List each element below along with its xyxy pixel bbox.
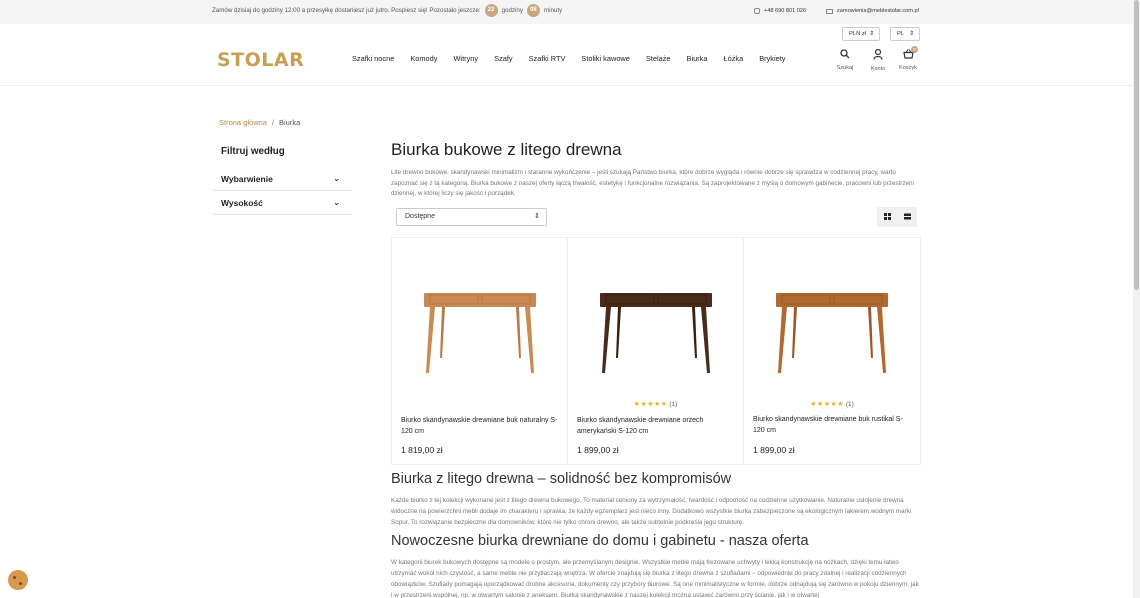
nav-item-szafy[interactable]: Szafy [494,54,512,63]
filter-label: Wysokość [221,198,263,208]
product-card[interactable]: Biurko skandynawskie drewniane buk natur… [392,238,568,464]
cart-label: Koszyk [899,65,917,71]
minutes-badge: 08 [526,4,540,17]
breadcrumb-separator: / [271,118,275,127]
logo[interactable]: STOLAR [217,49,304,71]
list-toolbar: Dostępne [391,206,921,230]
chevron-down-icon: ⌄ [333,198,340,207]
list-view-button[interactable] [897,206,917,227]
main-content: Biurka bukowe z litego drewna Lite drewn… [391,140,921,230]
top-bar: Zamów dzisiaj do godziny 12:00 a przesył… [0,0,1133,24]
grid-view-button[interactable] [877,206,897,227]
product-grid: Biurko skandynawskie drewniane buk natur… [391,237,921,465]
email-link[interactable]: zamowienia@meblestolar.com.pl [826,8,919,14]
breadcrumb: Strona główna / Biurka [219,118,300,127]
minutes-label: minuty [543,7,563,14]
product-rating: ★★★★★ (1) [568,400,743,408]
mail-icon [826,8,833,14]
product-price: 1 899,00 zł [577,445,619,455]
cart-count-badge: 0 [911,46,918,53]
phone-number: +48 690 801 026 [764,8,807,14]
phone-icon [754,8,760,14]
page-title: Biurka bukowe z litego drewna [391,140,622,159]
cart-button[interactable]: 0 Koszyk [896,46,920,71]
cookie-icon[interactable] [8,570,28,590]
account-label: Konto [870,66,886,72]
nav-item-witryny[interactable]: Witryny [453,54,478,63]
product-image [600,293,712,373]
filter-sidebar: Filtruj według Wybarwienie ⌄ Wysokość ⌄ [212,146,352,215]
product-image [776,293,888,373]
filter-label: Wybarwienie [221,174,273,184]
nav-item-brykiety[interactable]: Brykiety [759,54,785,63]
product-image [424,293,536,373]
product-name[interactable]: Biurko skandynawskie drewniane buk rusti… [753,414,913,436]
phone-link[interactable]: +48 690 801 026 [754,8,806,14]
product-card[interactable]: ★★★★★ (1) Biurko skandynawskie drewniane… [568,238,744,464]
breadcrumb-current: Biurka [279,118,301,127]
main-nav: Szafki nocne Komody Witryny Szafy Szafki… [352,54,786,63]
search-label: Szukaj [836,65,854,71]
hours-badge: 22 [484,4,498,17]
category-description: Lite drewno bukowe, skandynawski minimal… [391,169,914,197]
seo-section: Nowoczesne biurka drewniane do domu i ga… [391,533,921,598]
header: PLN zł PL STOLAR Szafki nocne Komody Wit… [0,24,1133,86]
nav-item-lozka[interactable]: Łóżka [723,54,743,63]
list-icon [903,213,911,220]
product-price: 1 819,00 zł [401,445,443,455]
nav-item-komody[interactable]: Komody [410,54,437,63]
grid-icon [883,213,891,220]
rating-count: (1) [669,401,678,408]
scrollbar-thumb[interactable] [1134,0,1139,290]
sort-select[interactable]: Dostępne [396,207,547,226]
language-select[interactable]: PL [890,27,920,41]
section-text: Każde biurko z tej kolekcji wykonane jes… [391,497,912,526]
product-name[interactable]: Biurko skandynawskie drewniane buk natur… [401,415,561,437]
promo-text: Zamów dzisiaj do godziny 12:00 a przesył… [212,7,481,14]
search-button[interactable]: Szukaj [833,49,857,71]
nav-item-szafki-rtv[interactable]: Szafki RTV [529,54,566,63]
email-address: zamowienia@meblestolar.com.pl [837,8,919,14]
search-icon [833,49,857,62]
star-rating-icon: ★★★★★ [633,401,668,408]
product-price: 1 899,00 zł [753,445,795,455]
product-rating: ★★★★★ (1) [744,400,920,408]
star-rating-icon: ★★★★★ [810,401,845,408]
account-button[interactable]: Konto [866,48,890,72]
nav-item-biurka[interactable]: Biurka [687,54,708,63]
filter-wybarwienie[interactable]: Wybarwienie ⌄ [212,167,352,191]
product-card[interactable]: ★★★★★ (1) Biurko skandynawskie drewniane… [744,238,920,464]
nav-item-stoliki-kawowe[interactable]: Stoliki kawowe [581,54,629,63]
filter-wysokosc[interactable]: Wysokość ⌄ [212,191,352,215]
breadcrumb-home[interactable]: Strona główna [219,118,267,127]
scrollbar[interactable] [1133,0,1140,598]
delivery-countdown: Zamów dzisiaj do godziny 12:00 a przesył… [212,4,562,17]
hours-label: godziny [501,7,523,14]
section-heading: Biurka z litego drewna – solidność bez k… [391,471,732,487]
product-name[interactable]: Biurko skandynawskie drewniane orzech am… [577,415,737,437]
view-switcher [877,206,917,227]
seo-section: Biurka z litego drewna – solidność bez k… [391,471,921,528]
rating-count: (1) [845,401,854,408]
filter-title: Filtruj według [221,146,285,157]
section-heading: Nowoczesne biurka drewniane do domu i ga… [391,533,809,549]
user-icon [866,48,890,63]
nav-item-szafki-nocne[interactable]: Szafki nocne [352,54,394,63]
currency-select[interactable]: PLN zł [842,27,880,41]
nav-item-stelaze[interactable]: Stelaże [646,54,671,63]
section-text: W kategorii biurek bukowych dostępne są … [391,559,919,598]
chevron-down-icon: ⌄ [333,174,340,183]
